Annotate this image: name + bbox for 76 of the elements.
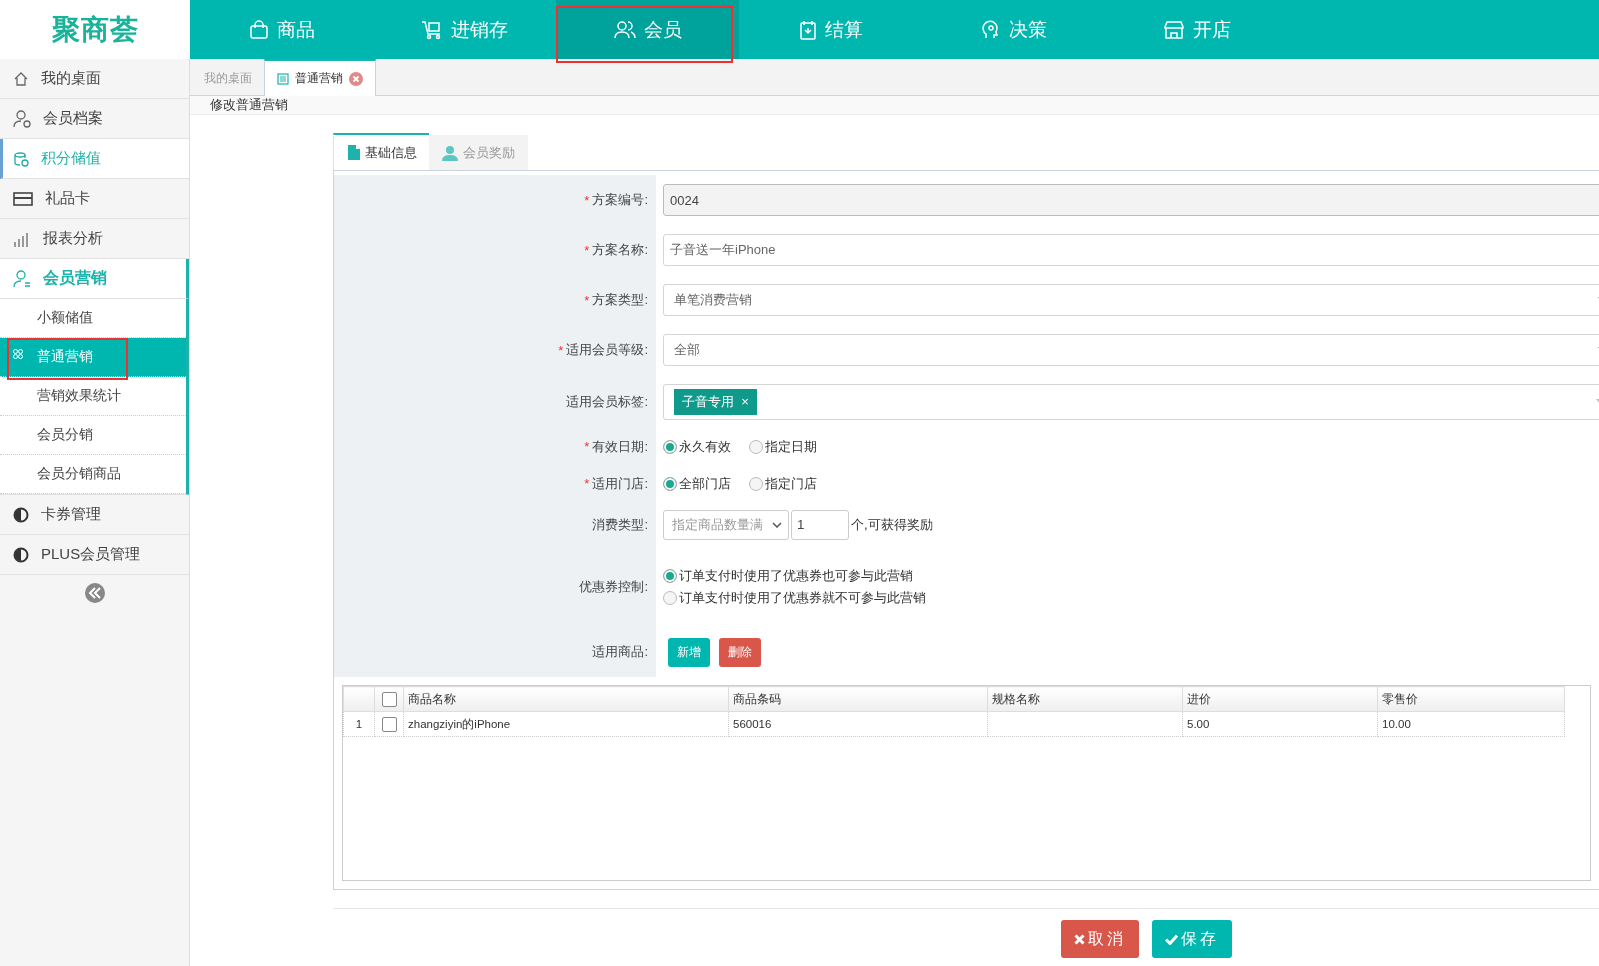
table-cell: zhangziyin的iPhone <box>403 711 729 737</box>
number-field[interactable]: 1 <box>791 509 849 540</box>
field-label: 方案名称: <box>592 241 648 259</box>
user-icon <box>13 109 31 128</box>
table-cell: 10.00 <box>1377 711 1565 737</box>
table-cell: 560016 <box>728 711 988 737</box>
head-icon <box>980 19 1001 40</box>
radio-option[interactable]: 订单支付时使用了优惠券就不可参与此营销 <box>663 589 926 607</box>
half-circle-icon <box>13 546 29 563</box>
table-cell: 5.00 <box>1182 711 1378 737</box>
half-circle-icon <box>13 506 29 523</box>
sidebar-item[interactable]: 礼品卡 <box>0 179 189 219</box>
select-field[interactable]: 全部 <box>663 334 1599 366</box>
field-label: 适用商品: <box>592 643 648 661</box>
tag-chip: 子音专用 × <box>674 388 757 415</box>
column-header: 规格名称 <box>987 686 1183 712</box>
field-label: 适用会员标签: <box>566 392 648 411</box>
close-icon <box>1073 933 1085 945</box>
page-tab[interactable]: 普通营销 <box>264 59 376 96</box>
document-icon <box>277 72 289 85</box>
row-number: 1 <box>343 711 375 737</box>
logo-text: 聚商荟 <box>0 0 190 59</box>
radio-option[interactable]: 永久有效 <box>663 437 731 456</box>
receipt-icon <box>798 19 817 40</box>
document-icon <box>348 145 360 160</box>
chevron-down-icon <box>772 521 782 528</box>
coins-icon <box>13 150 29 167</box>
check-icon <box>1164 933 1178 945</box>
radio-option[interactable]: 指定日期 <box>749 437 817 456</box>
radio-option[interactable]: 订单支付时使用了优惠券也可参与此营销 <box>663 567 926 585</box>
suffix-text: 个,可获得奖励 <box>851 515 933 534</box>
bag-icon <box>248 19 269 40</box>
radio-option[interactable]: 全部门店 <box>663 474 731 493</box>
sidebar-item[interactable]: 卡券管理 <box>0 495 189 535</box>
required-mark: * <box>584 192 590 208</box>
cart-icon <box>421 19 443 40</box>
close-icon[interactable] <box>349 71 363 86</box>
column-header: 商品条码 <box>728 686 988 712</box>
required-mark: * <box>584 292 590 308</box>
field-label: 有效日期: <box>592 437 648 456</box>
people-icon <box>613 20 636 39</box>
field-label: 消费类型: <box>592 515 648 534</box>
radio-option[interactable]: 指定门店 <box>749 474 817 493</box>
text-field[interactable]: 子音送一年iPhone <box>663 234 1599 266</box>
column-header: 零售价 <box>1377 686 1565 712</box>
shop-icon <box>1162 19 1185 40</box>
footer-button[interactable]: 取消 <box>1060 920 1139 958</box>
select-field[interactable]: 单笔消费营销 <box>663 284 1599 316</box>
field-label: 优惠券控制: <box>579 578 648 596</box>
required-mark: * <box>584 439 590 454</box>
field-label: 适用门店: <box>592 474 648 493</box>
action-button[interactable]: 删除 <box>719 637 761 667</box>
field-label: 适用会员等级: <box>566 341 648 359</box>
sidebar-item[interactable]: 我的桌面 <box>0 59 189 99</box>
required-mark: * <box>584 242 590 258</box>
card-icon <box>13 190 33 207</box>
sidebar-subitem[interactable]: 营销效果统计 <box>0 377 186 416</box>
page-title: 修改普通营销 <box>210 96 288 114</box>
collapse-icon[interactable] <box>84 583 105 603</box>
user-icon <box>13 269 31 288</box>
field-label: 方案编号: <box>592 191 648 209</box>
person-icon <box>442 144 458 161</box>
column-header: 进价 <box>1182 686 1378 712</box>
column-header: 商品名称 <box>403 686 729 712</box>
checkbox[interactable] <box>381 691 397 707</box>
required-mark: * <box>584 476 590 491</box>
sidebar-item[interactable]: PLUS会员管理 <box>0 535 189 575</box>
required-mark: * <box>558 342 564 358</box>
sidebar-subitem[interactable]: 会员分销 <box>0 416 186 455</box>
sidebar-subitem[interactable]: 会员分销商品 <box>0 455 186 494</box>
field-label: 方案类型: <box>592 291 648 309</box>
bar-chart-icon <box>13 230 31 247</box>
home-icon <box>13 70 29 87</box>
grid-icon <box>13 349 23 359</box>
form-tab[interactable]: 基础信息 <box>333 133 429 170</box>
checkbox[interactable] <box>381 716 397 732</box>
